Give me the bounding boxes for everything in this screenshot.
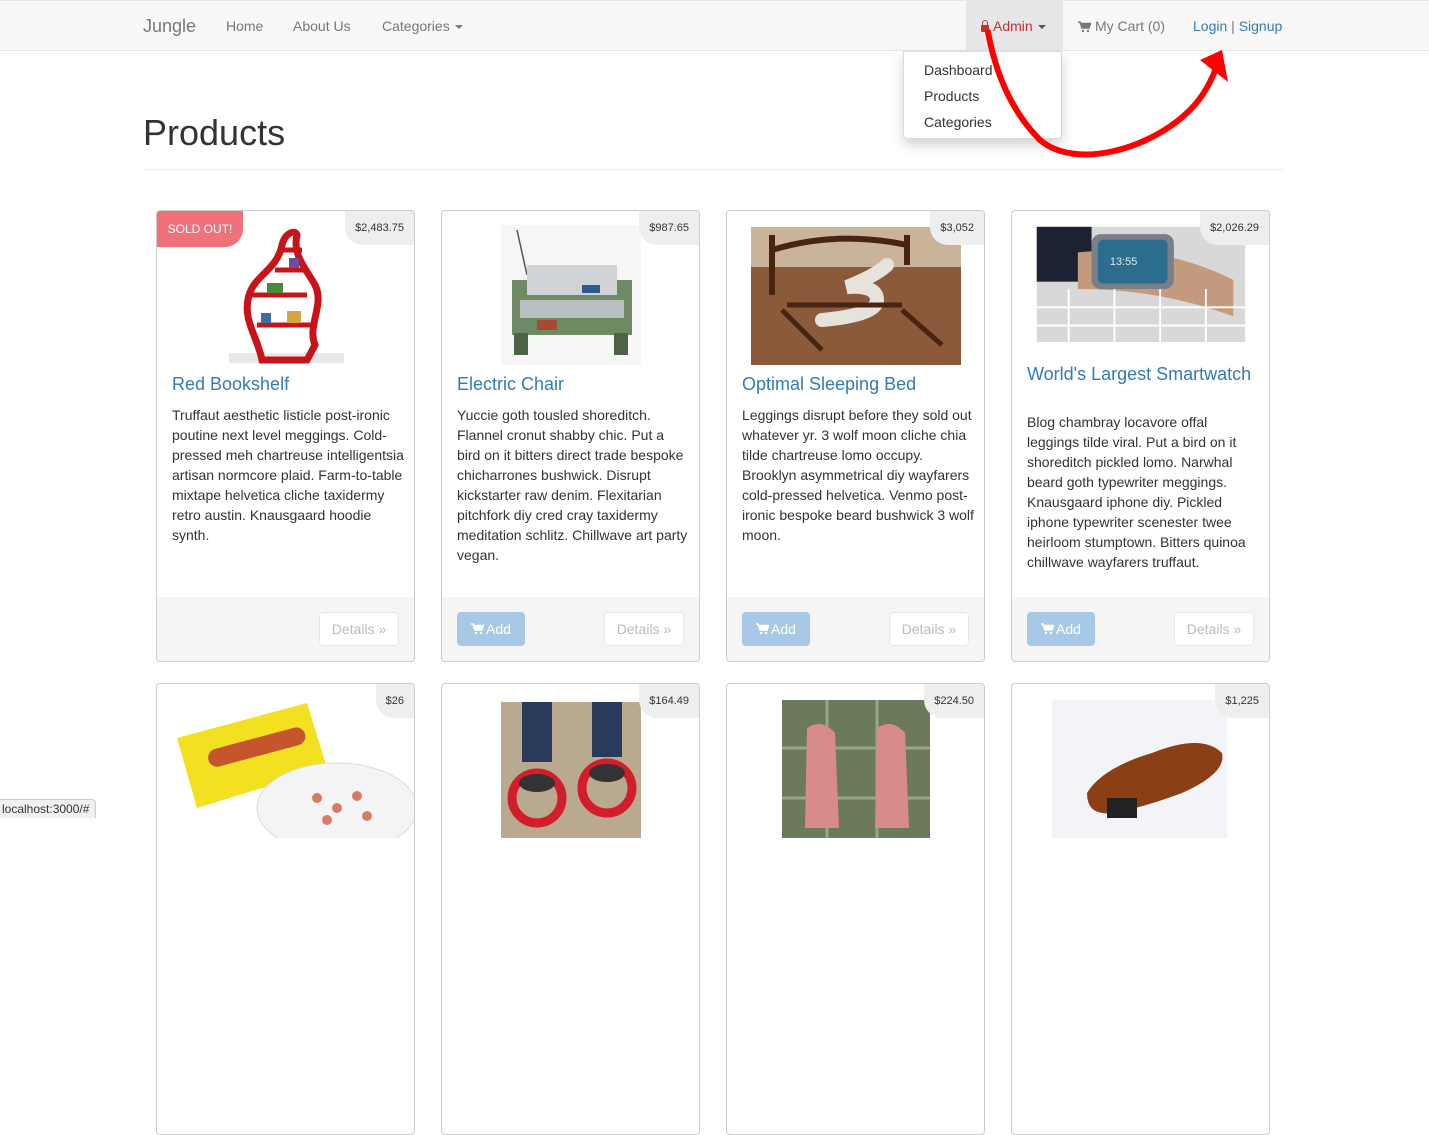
product-card: $987.65 Electric Chair Yuccie goth tousl… bbox=[441, 210, 700, 662]
card-footer: Add Details » bbox=[1012, 597, 1269, 661]
sold-out-badge: SOLD OUT! bbox=[157, 211, 243, 247]
nav-categories-label: Categories bbox=[382, 18, 450, 34]
product-card: $164.49 bbox=[441, 683, 700, 1135]
product-title[interactable]: World's Largest Smartwatch bbox=[1027, 365, 1255, 384]
my-cart-label: My Cart (0) bbox=[1095, 18, 1165, 34]
add-to-cart-button[interactable]: Add bbox=[742, 612, 810, 646]
page-title: Products bbox=[143, 112, 286, 153]
shopping-cart-icon bbox=[756, 623, 770, 635]
product-description: Truffaut aesthetic listicle post-ironic … bbox=[172, 407, 404, 543]
details-button[interactable]: Details » bbox=[1174, 612, 1254, 646]
shopping-cart-icon bbox=[1078, 21, 1091, 33]
product-card: 13:55 $2,026.29 World's Largest Smartwat… bbox=[1011, 210, 1270, 662]
nav-about[interactable]: About Us bbox=[293, 18, 351, 34]
nav-categories-dropdown[interactable]: Categories bbox=[382, 18, 463, 34]
price-tag: $1,225 bbox=[1215, 684, 1269, 718]
product-image bbox=[177, 703, 414, 838]
menu-item-categories[interactable]: Categories bbox=[924, 114, 992, 130]
admin-label: Admin bbox=[993, 18, 1033, 34]
admin-link[interactable]: Admin bbox=[981, 18, 1046, 34]
price-tag: $2,026.29 bbox=[1200, 211, 1269, 245]
details-button[interactable]: Details » bbox=[889, 612, 969, 646]
shopping-cart-icon bbox=[471, 623, 485, 635]
product-description: Leggings disrupt before they sold out wh… bbox=[742, 407, 974, 543]
admin-dropdown-menu: Dashboard Products Categories bbox=[903, 51, 1062, 139]
card-footer: Details » bbox=[157, 597, 414, 661]
product-title[interactable]: Electric Chair bbox=[457, 375, 685, 394]
my-cart-link[interactable]: My Cart (0) bbox=[1078, 18, 1165, 34]
lock-icon bbox=[981, 20, 989, 32]
product-card: $1,225 bbox=[1011, 683, 1270, 1135]
details-button[interactable]: Details » bbox=[319, 612, 399, 646]
shopping-cart-icon bbox=[1041, 623, 1055, 635]
price-tag: $26 bbox=[375, 684, 414, 718]
product-image bbox=[501, 702, 641, 838]
auth-separator: | bbox=[1231, 18, 1235, 34]
admin-dropdown-toggle[interactable]: Admin bbox=[966, 1, 1063, 51]
product-card: $26 bbox=[156, 683, 415, 1135]
price-tag: $224.50 bbox=[924, 684, 984, 718]
product-image bbox=[782, 700, 930, 838]
product-image bbox=[751, 227, 961, 365]
details-button[interactable]: Details » bbox=[604, 612, 684, 646]
product-title[interactable]: Optimal Sleeping Bed bbox=[742, 375, 970, 394]
signup-link[interactable]: Signup bbox=[1239, 18, 1283, 34]
product-title[interactable]: Red Bookshelf bbox=[172, 375, 400, 394]
auth-links: Login | Signup bbox=[1193, 18, 1282, 34]
price-tag: $2,483.75 bbox=[345, 211, 414, 245]
svg-text:13:55: 13:55 bbox=[1110, 256, 1137, 268]
product-card: $224.50 bbox=[726, 683, 985, 1135]
product-image bbox=[501, 225, 641, 365]
product-description: Yuccie goth tousled shoreditch. Flannel … bbox=[457, 407, 688, 563]
card-footer: Add Details » bbox=[442, 597, 699, 661]
card-footer: Add Details » bbox=[727, 597, 984, 661]
caret-down-icon bbox=[454, 25, 463, 30]
product-image bbox=[1052, 700, 1227, 838]
caret-down-icon bbox=[1037, 25, 1046, 30]
add-to-cart-button[interactable]: Add bbox=[457, 612, 525, 646]
price-tag: $987.65 bbox=[639, 211, 699, 245]
price-tag: $3,052 bbox=[930, 211, 984, 245]
header-divider bbox=[143, 169, 1283, 170]
product-card: $3,052 Optimal Sleeping Bed Leggings dis… bbox=[726, 210, 985, 662]
nav-home[interactable]: Home bbox=[226, 18, 263, 34]
add-to-cart-button[interactable]: Add bbox=[1027, 612, 1095, 646]
product-card: SOLD OUT! $2,483.75 Red Bookshelf Truffa… bbox=[156, 210, 415, 662]
price-tag: $164.49 bbox=[639, 684, 699, 718]
status-bar-url: localhost:3000/# bbox=[0, 799, 97, 818]
menu-item-dashboard[interactable]: Dashboard bbox=[924, 62, 993, 78]
add-label: Add bbox=[486, 621, 511, 637]
product-description: Blog chambray locavore offal leggings ti… bbox=[1027, 414, 1246, 570]
brand-link[interactable]: Jungle bbox=[143, 16, 196, 37]
navbar: Jungle Home About Us Categories Admin My… bbox=[0, 0, 1429, 51]
menu-item-products[interactable]: Products bbox=[924, 88, 979, 104]
add-label: Add bbox=[1056, 621, 1081, 637]
login-link[interactable]: Login bbox=[1193, 18, 1227, 34]
add-label: Add bbox=[771, 621, 796, 637]
